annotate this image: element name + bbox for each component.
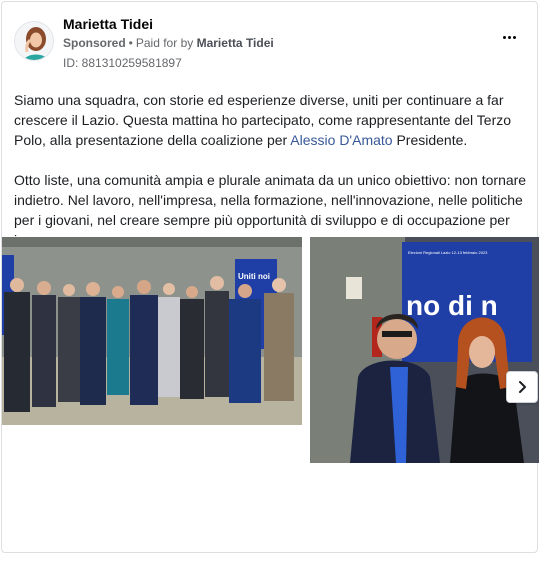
paid-for-prefix: Paid for by	[135, 36, 194, 50]
group-banner-text: Uniti noi	[238, 272, 270, 281]
carousel-photo-pair[interactable]: Elezioni Regionali Lazio 12-13 febbraio …	[310, 237, 539, 463]
post-header: Marietta Tidei Sponsored • Paid for by Mar…	[14, 16, 528, 72]
pair-banner-small-text: Elezioni Regionali Lazio 12-13 febbraio …	[408, 250, 488, 255]
post-paragraph-1: Siamo una squadra, con storie ed esperie…	[14, 90, 530, 150]
sponsored-label: Sponsored	[63, 36, 126, 50]
avatar-image	[15, 22, 53, 60]
pair-photo-image: Elezioni Regionali Lazio 12-13 febbraio …	[310, 237, 539, 463]
chevron-right-icon	[519, 381, 526, 393]
more-options-icon-dot	[507, 35, 511, 39]
more-options-icon	[502, 35, 506, 39]
mention-link[interactable]: Alessio D'Amato	[290, 132, 392, 148]
more-options-icon-dot	[512, 35, 516, 39]
pair-banner-text: no di n	[406, 290, 498, 321]
more-options-button[interactable]	[498, 30, 520, 44]
photo-carousel: Uniti noi Elezioni Regionali Lazio 12-13…	[2, 237, 539, 465]
payer-name: Marietta Tidei	[196, 36, 274, 50]
post-body: Siamo una squadra, con storie ed esperie…	[14, 90, 530, 250]
paragraph-1-end: Presidente.	[392, 132, 468, 148]
author-name[interactable]: Marietta Tidei	[63, 16, 153, 32]
avatar[interactable]	[14, 21, 54, 61]
group-photo-image: Uniti noi	[2, 237, 302, 425]
meta-separator: •	[128, 36, 133, 50]
ad-id: ID: 881310259581897	[63, 56, 182, 70]
carousel-next-button[interactable]	[506, 371, 538, 403]
sponsored-line: Sponsored • Paid for by Marietta Tidei	[63, 36, 274, 50]
carousel-photo-group[interactable]: Uniti noi	[2, 237, 302, 425]
ad-card: Marietta Tidei Sponsored • Paid for by Mar…	[1, 1, 539, 553]
